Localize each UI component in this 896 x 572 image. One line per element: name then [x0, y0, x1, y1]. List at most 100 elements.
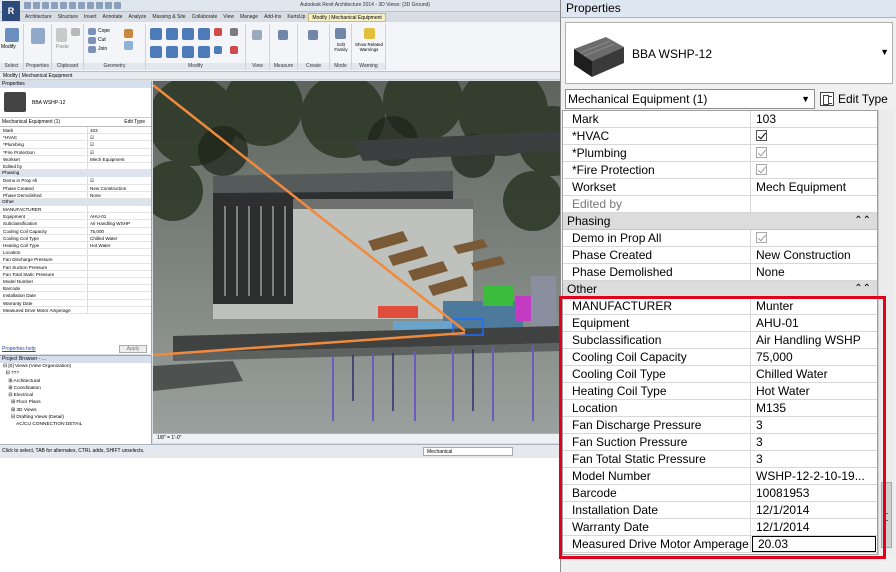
- mini-property-row[interactable]: Model Number: [0, 277, 151, 286]
- property-value[interactable]: AHU-01: [751, 315, 877, 331]
- chevron-down-icon[interactable]: ▼: [801, 90, 810, 108]
- tab-massing-site[interactable]: Massing & Site: [149, 13, 188, 22]
- property-value[interactable]: 3: [751, 434, 877, 450]
- mini-property-row[interactable]: Edited by: [0, 162, 151, 171]
- warning-icon[interactable]: [364, 28, 375, 39]
- project-browser-item[interactable]: ⊞ Floor Plans: [3, 399, 151, 406]
- modify-cursor-icon[interactable]: [5, 28, 19, 42]
- offset-icon[interactable]: [166, 28, 178, 40]
- mini-property-row[interactable]: Demo in Prop All ☑: [0, 177, 151, 185]
- active-workset-dropdown[interactable]: Mechanical: [423, 447, 513, 456]
- mini-group-header[interactable]: Phasing: [0, 170, 151, 178]
- property-value[interactable]: M135: [751, 400, 877, 416]
- mini-property-row[interactable]: *Fire Protection ☑: [0, 148, 151, 156]
- mini-property-value[interactable]: [88, 264, 151, 270]
- project-browser-item[interactable]: ⊞ Coordination: [3, 385, 151, 392]
- mini-property-row[interactable]: Fan Discharge Pressure: [0, 256, 151, 264]
- property-value[interactable]: None: [751, 264, 877, 280]
- mini-property-value[interactable]: ☑: [88, 149, 151, 155]
- scrollbar-thumb[interactable]: [881, 482, 892, 548]
- mini-property-value[interactable]: ☑: [88, 141, 151, 147]
- property-value[interactable]: [751, 145, 877, 161]
- project-browser-item[interactable]: ⊟ ???: [3, 370, 151, 377]
- mini-property-value[interactable]: [88, 300, 151, 306]
- property-value[interactable]: [751, 230, 877, 246]
- mini-property-row[interactable]: Fan Total Static Pressure: [0, 270, 151, 278]
- array-icon[interactable]: [214, 46, 222, 54]
- property-row[interactable]: Phase Demolished None: [563, 264, 877, 281]
- property-value[interactable]: Munter: [751, 298, 877, 314]
- mini-property-row[interactable]: Workset Mech Equipment: [0, 155, 151, 163]
- tab-kartsup[interactable]: KartsUp: [284, 13, 308, 22]
- checkbox[interactable]: [756, 164, 767, 175]
- property-row[interactable]: Phase Created New Construction: [563, 247, 877, 264]
- property-value[interactable]: [751, 128, 877, 144]
- mirror-draw-icon[interactable]: [198, 28, 210, 40]
- property-row[interactable]: Warranty Date 12/1/2014: [563, 519, 877, 536]
- mini-property-row[interactable]: Mark 103: [0, 127, 151, 135]
- mini-property-value[interactable]: [88, 292, 151, 298]
- project-browser-item[interactable]: AC/CU CONNECTION DETAIL: [3, 421, 151, 428]
- revit-logo-icon[interactable]: R: [2, 1, 20, 21]
- mini-property-value[interactable]: Chilled Water: [88, 235, 151, 241]
- print-icon[interactable]: [60, 2, 67, 9]
- mirror-icon[interactable]: [182, 28, 194, 40]
- mini-property-value[interactable]: ☑: [88, 177, 151, 183]
- property-value[interactable]: Hot Water: [751, 383, 877, 399]
- mini-property-value[interactable]: AHU-01: [88, 213, 151, 219]
- property-row[interactable]: Fan Suction Pressure 3: [563, 434, 877, 451]
- show-related-warnings-button[interactable]: Show Related Warnings: [353, 42, 385, 52]
- measure-icon[interactable]: [69, 2, 76, 9]
- property-row[interactable]: Installation Date 12/1/2014: [563, 502, 877, 519]
- tab-manage[interactable]: Manage: [237, 13, 261, 22]
- property-row[interactable]: Fan Discharge Pressure 3: [563, 417, 877, 434]
- property-row[interactable]: Measured Drive Motor Amperage 20.03: [563, 536, 877, 553]
- property-row[interactable]: Edited by: [563, 196, 877, 213]
- property-value[interactable]: 12/1/2014: [751, 502, 877, 518]
- chevron-double-up-icon[interactable]: ⌃⌃: [854, 281, 871, 297]
- mini-property-value[interactable]: [88, 206, 151, 212]
- copy-icon[interactable]: [166, 46, 178, 58]
- property-row[interactable]: MANUFACTURER Munter: [563, 298, 877, 315]
- mini-property-row[interactable]: *Plumbing ☑: [0, 141, 151, 149]
- instance-filter-dropdown[interactable]: Mechanical Equipment (1) ▼: [565, 89, 815, 109]
- property-row[interactable]: Subclassification Air Handling WSHP: [563, 332, 877, 349]
- edit-family-icon[interactable]: [335, 28, 346, 39]
- align-icon[interactable]: [150, 28, 162, 40]
- rotate-icon[interactable]: [182, 46, 194, 58]
- type-selector[interactable]: BBA WSHP-12 ▼: [565, 22, 893, 84]
- mini-property-value[interactable]: Air Handling WSHP: [88, 220, 151, 226]
- paste-icon[interactable]: [56, 28, 67, 42]
- property-value[interactable]: 10081953: [751, 485, 877, 501]
- property-row[interactable]: Workset Mech Equipment: [563, 179, 877, 196]
- mini-property-row[interactable]: *HVAC ☑: [0, 134, 151, 142]
- wall-joins-icon[interactable]: [124, 29, 133, 38]
- property-row[interactable]: Equipment AHU-01: [563, 315, 877, 332]
- properties-help-link[interactable]: Properties help: [2, 346, 36, 352]
- project-browser-item[interactable]: ⊟ Drafting Views (Detail): [3, 414, 151, 421]
- properties-icon[interactable]: [31, 28, 45, 44]
- paste-button[interactable]: Paste: [56, 44, 69, 50]
- join-icon[interactable]: [88, 46, 96, 53]
- tab-add-ins[interactable]: Add-Ins: [261, 13, 284, 22]
- project-browser-item[interactable]: ⊞ Architectural: [3, 378, 151, 385]
- redo-icon[interactable]: [51, 2, 58, 9]
- mini-property-row[interactable]: Phase Demolished None: [0, 191, 151, 199]
- cope-button[interactable]: Cope: [98, 28, 110, 34]
- mini-property-value[interactable]: 75,000: [88, 228, 151, 234]
- mini-property-row[interactable]: Cooling Coil Type Chilled Water: [0, 234, 151, 242]
- mini-property-row[interactable]: Location: [0, 249, 151, 257]
- property-value[interactable]: Chilled Water: [751, 366, 877, 382]
- section-icon[interactable]: [96, 2, 103, 9]
- property-value[interactable]: 75,000: [751, 349, 877, 365]
- paint-icon[interactable]: [124, 41, 133, 50]
- project-browser-item[interactable]: ⊞ 3D Views: [3, 407, 151, 414]
- mini-property-row[interactable]: Fan Suction Pressure: [0, 263, 151, 271]
- 3d-view-icon[interactable]: [87, 2, 94, 9]
- property-row[interactable]: Heating Coil Type Hot Water: [563, 383, 877, 400]
- cut-icon[interactable]: [88, 37, 96, 44]
- text-icon[interactable]: [78, 2, 85, 9]
- mini-property-row[interactable]: Equipment AHU-01: [0, 213, 151, 221]
- tab-structure[interactable]: Structure: [55, 13, 81, 22]
- mini-property-value[interactable]: New Construction: [88, 185, 151, 191]
